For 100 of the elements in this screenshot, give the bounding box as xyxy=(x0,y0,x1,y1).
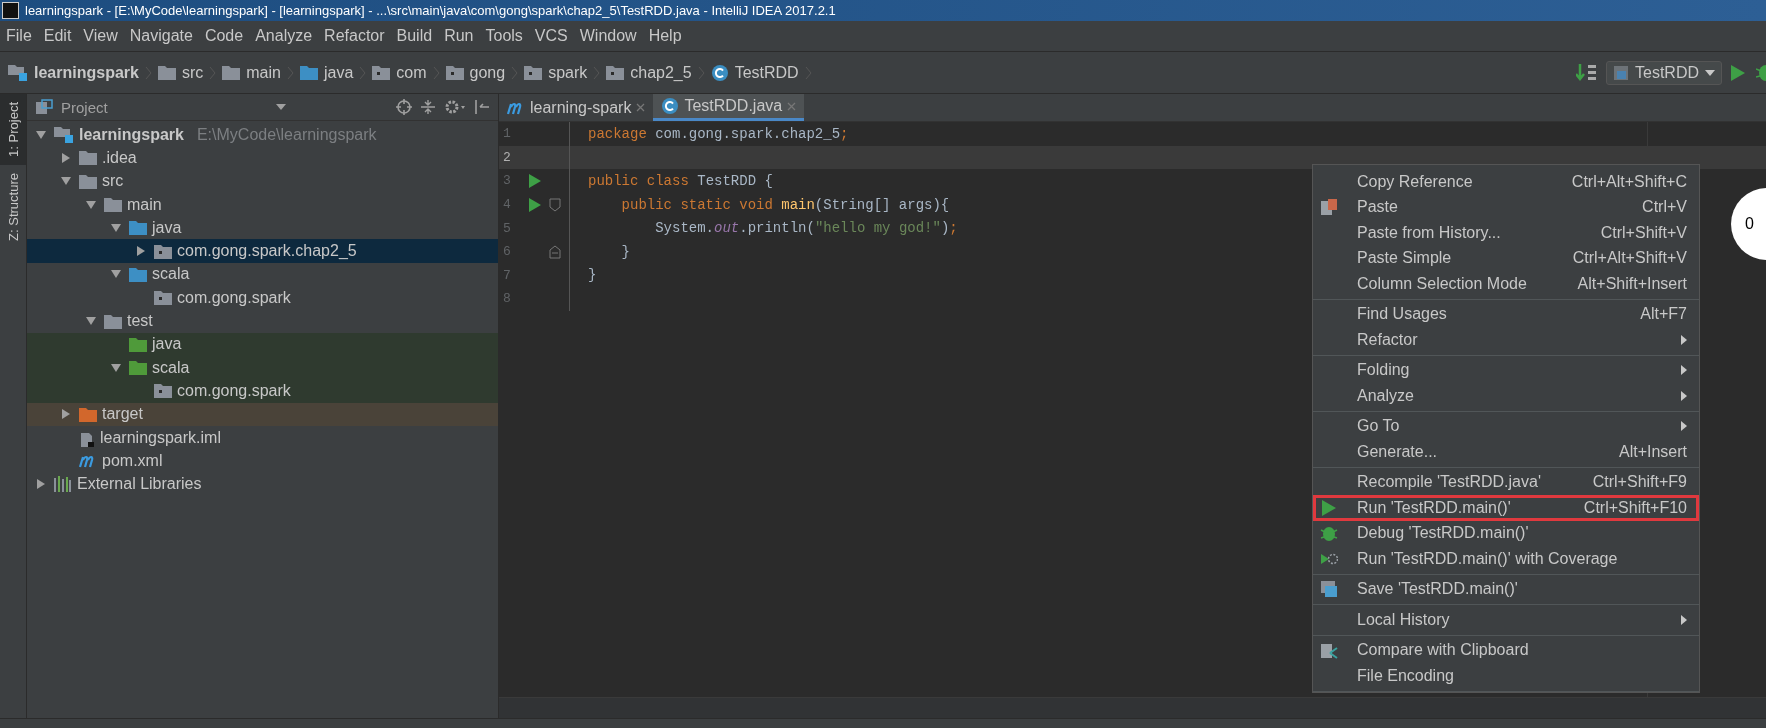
menu-item[interactable]: Folding xyxy=(1313,357,1699,383)
menu-item[interactable]: Run 'TestRDD.main()' Ctrl+Shift+F10 xyxy=(1313,495,1699,521)
run-config-dropdown[interactable]: TestRDD xyxy=(1606,60,1722,85)
tree-row[interactable]: main xyxy=(27,192,498,217)
line-number: 8 xyxy=(502,291,512,307)
line-number: 7 xyxy=(502,267,512,283)
menu-item[interactable]: Window xyxy=(573,27,643,45)
collapse-all-icon[interactable] xyxy=(420,99,436,115)
expand-arrow-icon[interactable] xyxy=(85,198,97,211)
path-label: E:\MyCode\learningspark xyxy=(196,125,377,144)
menu-item[interactable]: Edit xyxy=(37,27,78,45)
breadcrumb[interactable]: spark xyxy=(548,63,588,82)
libraries-icon xyxy=(54,476,72,493)
package-folder-icon xyxy=(154,243,172,259)
menu-item[interactable]: Code xyxy=(198,27,250,45)
fold-icon[interactable] xyxy=(549,197,561,212)
breadcrumb[interactable]: gong xyxy=(469,63,506,82)
tree-row[interactable]: java xyxy=(27,216,498,240)
menu-item[interactable]: File Encoding xyxy=(1313,663,1699,689)
code-line: public class TestRDD { xyxy=(588,173,773,189)
tree-row[interactable]: scala xyxy=(27,262,498,287)
tree-row[interactable]: External Libraries xyxy=(27,472,498,496)
menu-item[interactable]: Paste Simple Ctrl+Alt+Shift+V xyxy=(1313,245,1699,271)
run-icon[interactable] xyxy=(529,173,541,189)
menu-item[interactable]: File xyxy=(0,27,38,45)
menu-item[interactable]: Paste Ctrl+V xyxy=(1313,194,1699,220)
breadcrumb[interactable]: java xyxy=(323,63,354,82)
menu-item[interactable]: Column Selection Mode Alt+Shift+Insert xyxy=(1313,271,1699,297)
folder-icon xyxy=(129,220,147,236)
editor-tab[interactable]: learning-spark xyxy=(499,94,654,121)
bug-icon[interactable] xyxy=(1756,62,1766,83)
tree-row[interactable]: scala xyxy=(27,355,498,380)
menu-item[interactable]: Analyze xyxy=(249,27,319,45)
sort-icon[interactable] xyxy=(1576,62,1598,83)
menu-item[interactable]: Debug 'TestRDD.main()' xyxy=(1313,520,1699,546)
breadcrumb[interactable]: com xyxy=(396,63,427,82)
menu-item[interactable]: Find Usages Alt+F7 xyxy=(1313,301,1699,327)
editor-tab[interactable]: TestRDD.java xyxy=(653,94,805,121)
menu-item[interactable]: Navigate xyxy=(123,27,199,45)
collapse-arrow-icon[interactable] xyxy=(135,245,147,258)
expand-arrow-icon[interactable] xyxy=(110,221,122,234)
tree-label: External Libraries xyxy=(77,475,202,494)
collapse-arrow-icon[interactable] xyxy=(35,478,47,491)
tree-row[interactable]: pom.xml xyxy=(27,449,498,473)
menu-item[interactable]: Run xyxy=(438,27,480,45)
package-folder-icon xyxy=(606,65,625,80)
menu-item[interactable]: Save 'TestRDD.main()' xyxy=(1313,576,1699,602)
clipboard-icon xyxy=(1320,198,1338,217)
tree-label: java xyxy=(152,218,182,237)
menu-item[interactable]: Copy Reference Ctrl+Alt+Shift+C xyxy=(1313,169,1699,195)
menu-item[interactable]: Generate... Alt+Insert xyxy=(1313,439,1699,465)
menu-item[interactable]: Paste from History... Ctrl+Shift+V xyxy=(1313,220,1699,246)
folder-icon xyxy=(157,65,176,80)
close-icon[interactable] xyxy=(636,103,646,112)
hide-panel-icon[interactable] xyxy=(474,99,490,115)
package-folder-icon xyxy=(445,65,464,80)
target-icon[interactable] xyxy=(396,99,412,115)
menu-item[interactable]: Go To xyxy=(1313,413,1699,439)
tree-row[interactable]: src xyxy=(27,169,498,193)
tree-row[interactable]: .idea xyxy=(27,146,498,170)
menu-item[interactable]: Refactor xyxy=(318,27,391,45)
collapse-arrow-icon[interactable] xyxy=(60,408,72,421)
breadcrumb[interactable]: src xyxy=(181,63,204,82)
expand-arrow-icon[interactable] xyxy=(35,128,47,141)
dropdown-caret-icon[interactable] xyxy=(275,104,286,110)
expand-arrow-icon[interactable] xyxy=(85,315,97,327)
menu-item[interactable]: Build xyxy=(390,27,439,45)
folder-icon xyxy=(222,65,241,80)
run-icon[interactable] xyxy=(529,196,541,213)
tree-row[interactable]: test xyxy=(27,309,498,333)
breadcrumb[interactable]: TestRDD xyxy=(734,63,799,82)
menu-item[interactable]: Analyze xyxy=(1313,383,1699,409)
code-line: package com.gong.spark.chap2_5; xyxy=(588,125,849,142)
menu-item[interactable]: Refactor xyxy=(1313,327,1699,353)
menu-item[interactable]: Run 'TestRDD.main()' with Coverage xyxy=(1313,546,1699,572)
tree-row[interactable]: java xyxy=(27,332,498,356)
menu-item[interactable]: Tools xyxy=(479,27,529,45)
tree-row[interactable]: learningspark.iml xyxy=(27,425,498,450)
tree-row[interactable]: com.gong.spark xyxy=(27,379,498,403)
breadcrumb[interactable]: main xyxy=(246,63,281,82)
side-tab[interactable]: 1: Project xyxy=(0,94,26,165)
run-icon[interactable] xyxy=(1730,63,1746,82)
menu-item[interactable]: VCS xyxy=(528,27,574,45)
menu-item[interactable]: Help xyxy=(642,27,688,45)
side-tab[interactable]: Z: Structure xyxy=(0,164,26,249)
expand-arrow-icon[interactable] xyxy=(110,361,122,374)
breadcrumb[interactable]: learningspark xyxy=(34,63,139,82)
settings-icon[interactable] xyxy=(444,99,466,115)
package-folder-icon xyxy=(372,65,391,80)
tree-row[interactable]: learningspark E:\MyCode\learningspark xyxy=(27,123,498,147)
menu-item[interactable]: Local History xyxy=(1313,607,1699,633)
menu-item[interactable]: View xyxy=(77,27,124,45)
menu-item[interactable]: Compare with Clipboard xyxy=(1313,637,1699,663)
fold-icon[interactable] xyxy=(549,244,561,259)
tree-row[interactable]: com.gong.spark xyxy=(27,286,498,310)
tree-row[interactable]: target xyxy=(27,402,498,426)
tree-row[interactable]: com.gong.spark.chap2_5 xyxy=(27,239,498,263)
collapse-arrow-icon[interactable] xyxy=(60,151,72,164)
breadcrumb[interactable]: chap2_5 xyxy=(630,63,692,82)
menu-item[interactable]: Recompile 'TestRDD.java' Ctrl+Shift+F9 xyxy=(1313,469,1699,495)
